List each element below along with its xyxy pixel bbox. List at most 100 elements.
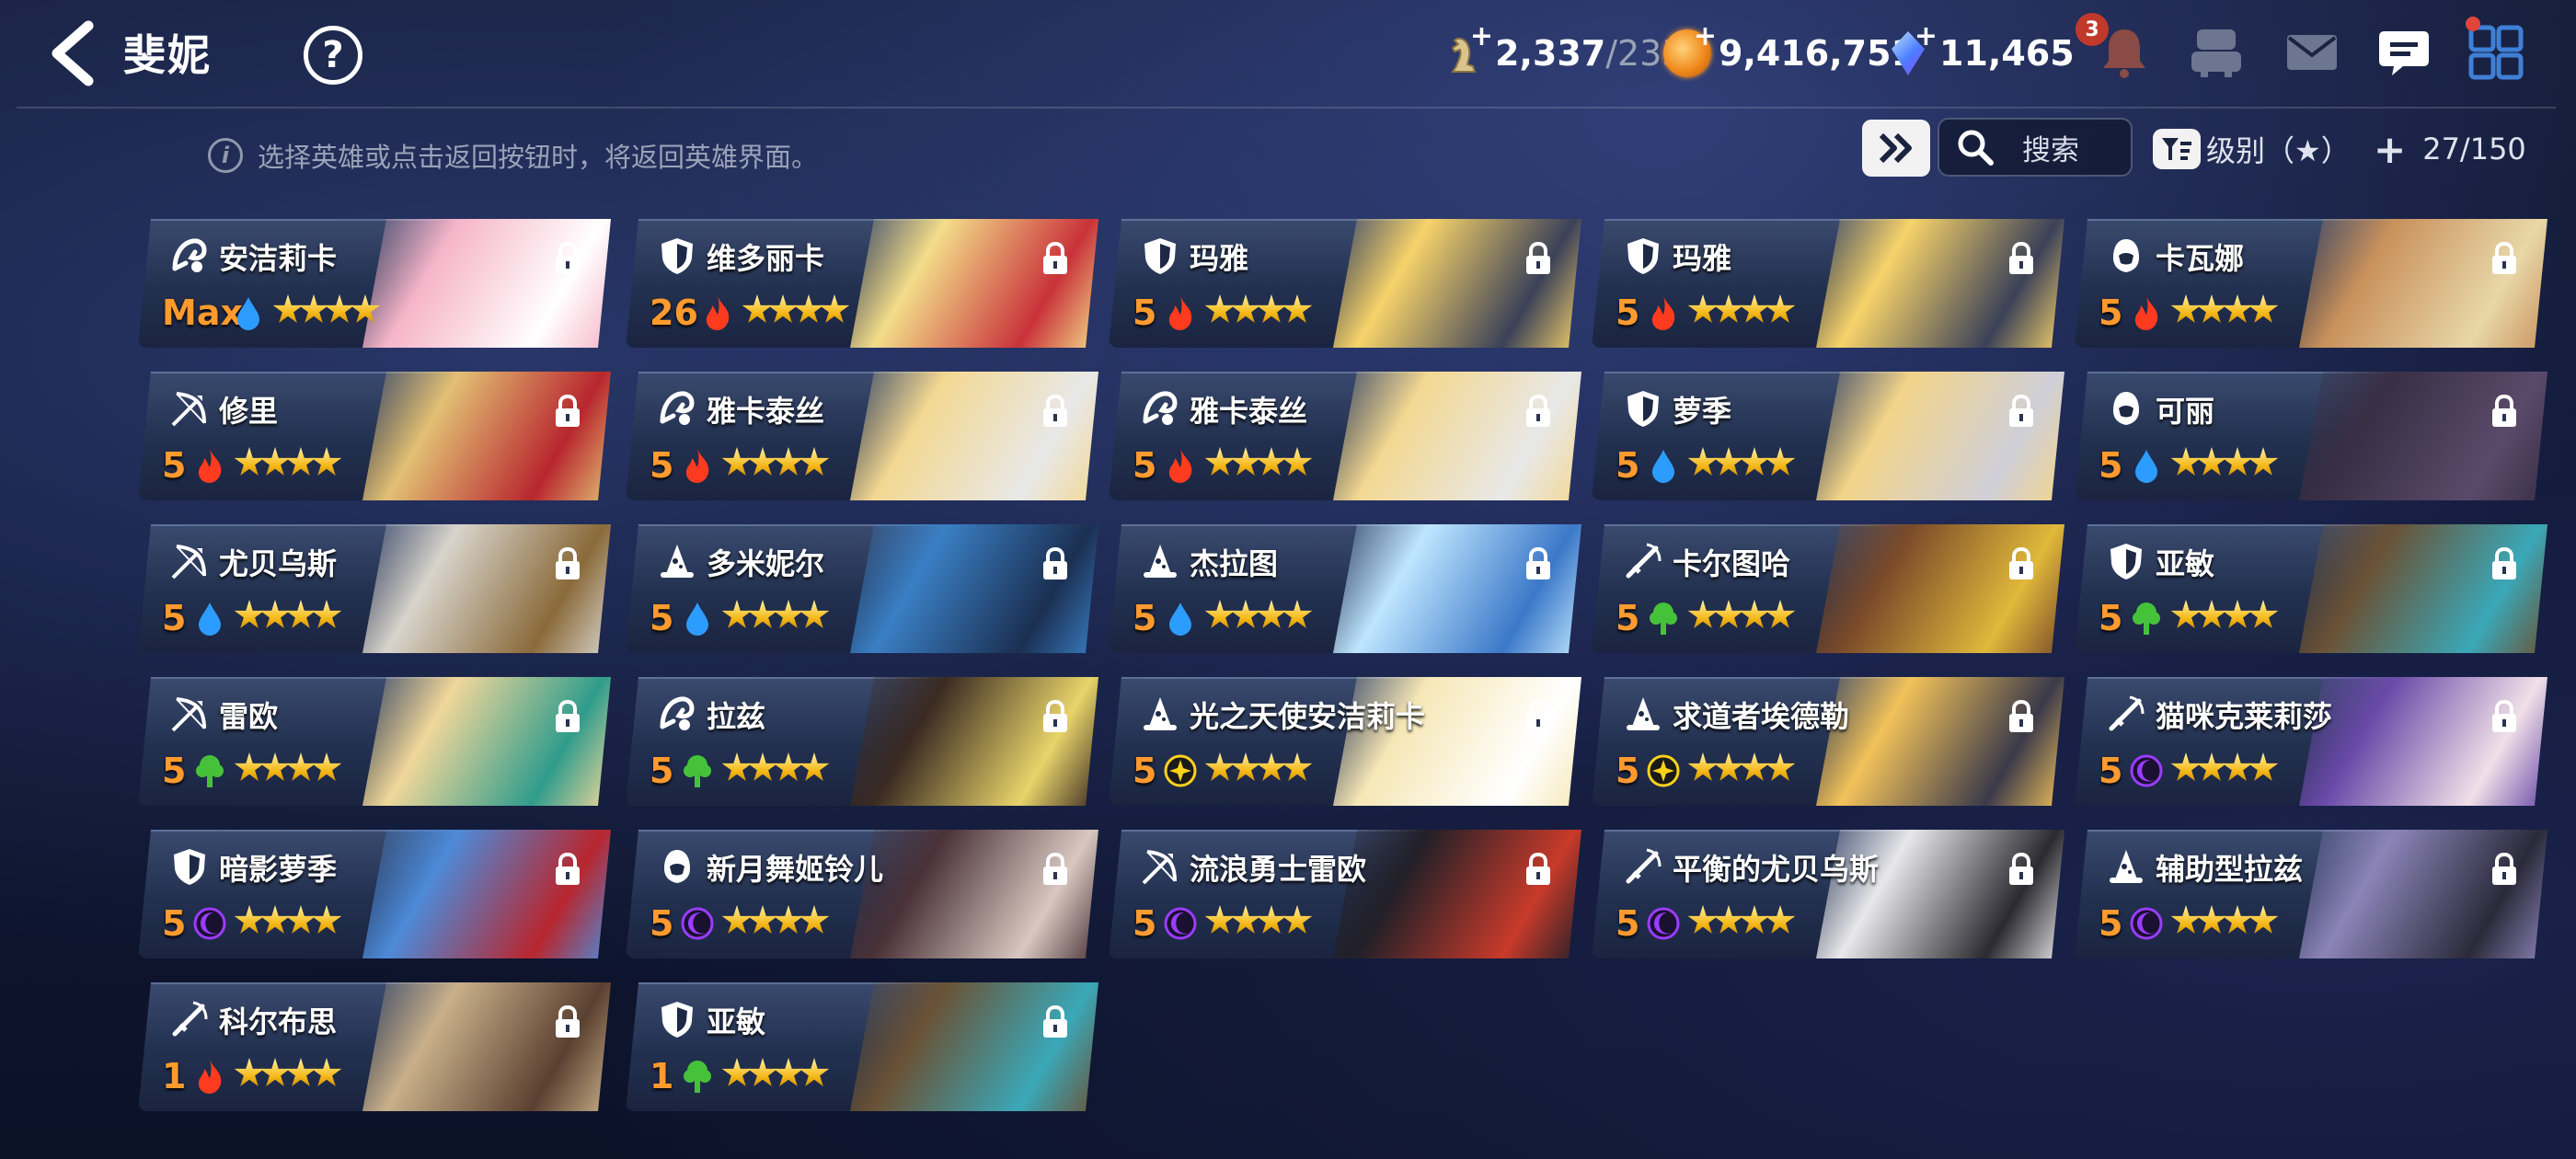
hero-card[interactable]: 卡瓦娜 5 [2075, 219, 2547, 348]
lock-icon[interactable] [552, 394, 583, 429]
water-element-icon [2130, 447, 2163, 484]
hero-card[interactable]: 安洁莉卡 Max [138, 219, 611, 348]
lock-icon[interactable] [2489, 241, 2520, 276]
hero-card[interactable]: 平衡的尤贝乌斯 5 [1592, 830, 2064, 958]
star-icon [1230, 905, 1261, 934]
hero-card[interactable]: 玛雅 5 [1109, 219, 1581, 348]
hero-level: 5 [1133, 293, 1157, 333]
stamina-value: 2,337 [1495, 33, 1606, 74]
star-icon [2170, 905, 2202, 934]
lock-icon[interactable] [552, 1004, 583, 1039]
fire-element-icon [193, 1058, 226, 1095]
star-icon [1204, 905, 1236, 934]
hero-card[interactable]: 猫咪克莱莉莎 5 [2075, 677, 2547, 806]
lock-icon[interactable] [1040, 241, 1071, 276]
star-icon [285, 752, 316, 781]
hero-level: 5 [162, 751, 187, 791]
hero-card[interactable]: 亚敏 1 [626, 982, 1098, 1111]
hero-card[interactable]: 雅卡泰丝 5 [1109, 372, 1581, 500]
star-rating [1204, 294, 1313, 327]
hero-card[interactable]: 维多丽卡 26 [626, 219, 1098, 348]
lock-icon[interactable] [552, 699, 583, 734]
lock-icon[interactable] [2006, 241, 2037, 276]
lock-icon[interactable] [2489, 546, 2520, 581]
star-rating [1687, 600, 1796, 633]
back-arrow-icon[interactable] [42, 18, 107, 88]
hero-card[interactable]: 玛雅 5 [1592, 219, 2064, 348]
lock-icon[interactable] [1040, 852, 1071, 887]
hero-card[interactable]: 拉兹 5 [626, 677, 1098, 806]
lock-icon[interactable] [2006, 852, 2037, 887]
hero-card[interactable]: 暗影萝季 5 [138, 830, 611, 958]
help-icon[interactable]: ? [304, 26, 362, 85]
hero-card[interactable]: 流浪勇士雷欧 5 [1109, 830, 1581, 958]
hero-card[interactable]: 尤贝乌斯 5 [138, 524, 611, 653]
hero-card[interactable]: 多米妮尔 5 [626, 524, 1098, 653]
team-icon[interactable] [2186, 22, 2247, 83]
assassin-class-icon [657, 846, 697, 887]
hero-card[interactable]: 卡尔图哈 5 [1592, 524, 2064, 653]
stamina-resource[interactable]: + 2,337 /233 [1440, 20, 1685, 81]
lock-icon[interactable] [1040, 546, 1071, 581]
lock-icon[interactable] [552, 852, 583, 887]
hero-card[interactable]: 新月舞姬铃儿 5 [626, 830, 1098, 958]
lock-icon[interactable] [2006, 394, 2037, 429]
hero-name: 维多丽卡 [707, 241, 825, 276]
star-rating [2170, 752, 2279, 786]
hero-card[interactable]: 雷欧 5 [138, 677, 611, 806]
chat-icon[interactable] [2374, 22, 2434, 83]
lock-icon[interactable] [2489, 852, 2520, 887]
sort-button[interactable]: 级别（★） [2153, 121, 2351, 177]
assassin-class-icon [2106, 235, 2146, 276]
star-icon [2222, 447, 2253, 476]
lock-icon[interactable] [552, 241, 583, 276]
lock-icon[interactable] [1523, 241, 1554, 276]
star-icon [285, 600, 316, 628]
star-rating [234, 1058, 342, 1091]
gold-resource[interactable]: + 9,416,751 [1663, 20, 1915, 81]
hero-name: 科尔布思 [219, 1004, 338, 1039]
lock-icon[interactable] [1523, 546, 1554, 581]
hero-card[interactable]: 萝季 5 [1592, 372, 2064, 500]
hero-card[interactable]: 辅助型拉兹 5 [2075, 830, 2547, 958]
hero-name: 玛雅 [1190, 241, 1249, 276]
lock-icon[interactable] [1523, 852, 1554, 887]
hero-count[interactable]: + 27/150 [2374, 121, 2526, 177]
star-icon [1739, 600, 1770, 628]
hero-card[interactable]: 可丽 5 [2075, 372, 2547, 500]
lock-icon[interactable] [1040, 1004, 1071, 1039]
earth-element-icon [681, 1058, 714, 1095]
earth-element-icon [681, 752, 714, 789]
hero-card[interactable]: 杰拉图 5 [1109, 524, 1581, 653]
lock-icon[interactable] [1040, 699, 1071, 734]
hero-name: 暗影萝季 [219, 852, 338, 887]
star-icon [259, 752, 291, 781]
fast-forward-button[interactable] [1862, 120, 1930, 177]
lock-icon[interactable] [2489, 394, 2520, 429]
lock-icon[interactable] [1523, 699, 1554, 734]
hero-card[interactable]: 求道者埃德勒 5 [1592, 677, 2064, 806]
lock-icon[interactable] [552, 546, 583, 581]
search-button[interactable]: 搜索 [1938, 118, 2133, 177]
hero-card[interactable]: 亚敏 5 [2075, 524, 2547, 653]
lock-icon[interactable] [2489, 699, 2520, 734]
hero-card[interactable]: 光之天使安洁莉卡 5 [1109, 677, 1581, 806]
hero-name: 多米妮尔 [707, 546, 825, 581]
mail-icon[interactable] [2282, 22, 2342, 83]
star-rating [2170, 294, 2279, 327]
star-icon [1687, 905, 1719, 934]
hero-card[interactable]: 修里 5 [138, 372, 611, 500]
lock-icon[interactable] [2006, 699, 2037, 734]
menu-grid-icon[interactable] [2466, 22, 2526, 83]
hero-card[interactable]: 雅卡泰丝 5 [626, 372, 1098, 500]
hero-level: 26 [650, 293, 698, 333]
lock-icon[interactable] [1523, 394, 1554, 429]
hero-portrait [850, 219, 1098, 348]
star-icon [1687, 447, 1719, 476]
star-icon [1687, 600, 1719, 628]
star-icon [1230, 294, 1261, 323]
gem-resource[interactable]: + 11,465 [1884, 20, 2075, 81]
lock-icon[interactable] [2006, 546, 2037, 581]
lock-icon[interactable] [1040, 394, 1071, 429]
hero-card[interactable]: 科尔布思 1 [138, 982, 611, 1111]
